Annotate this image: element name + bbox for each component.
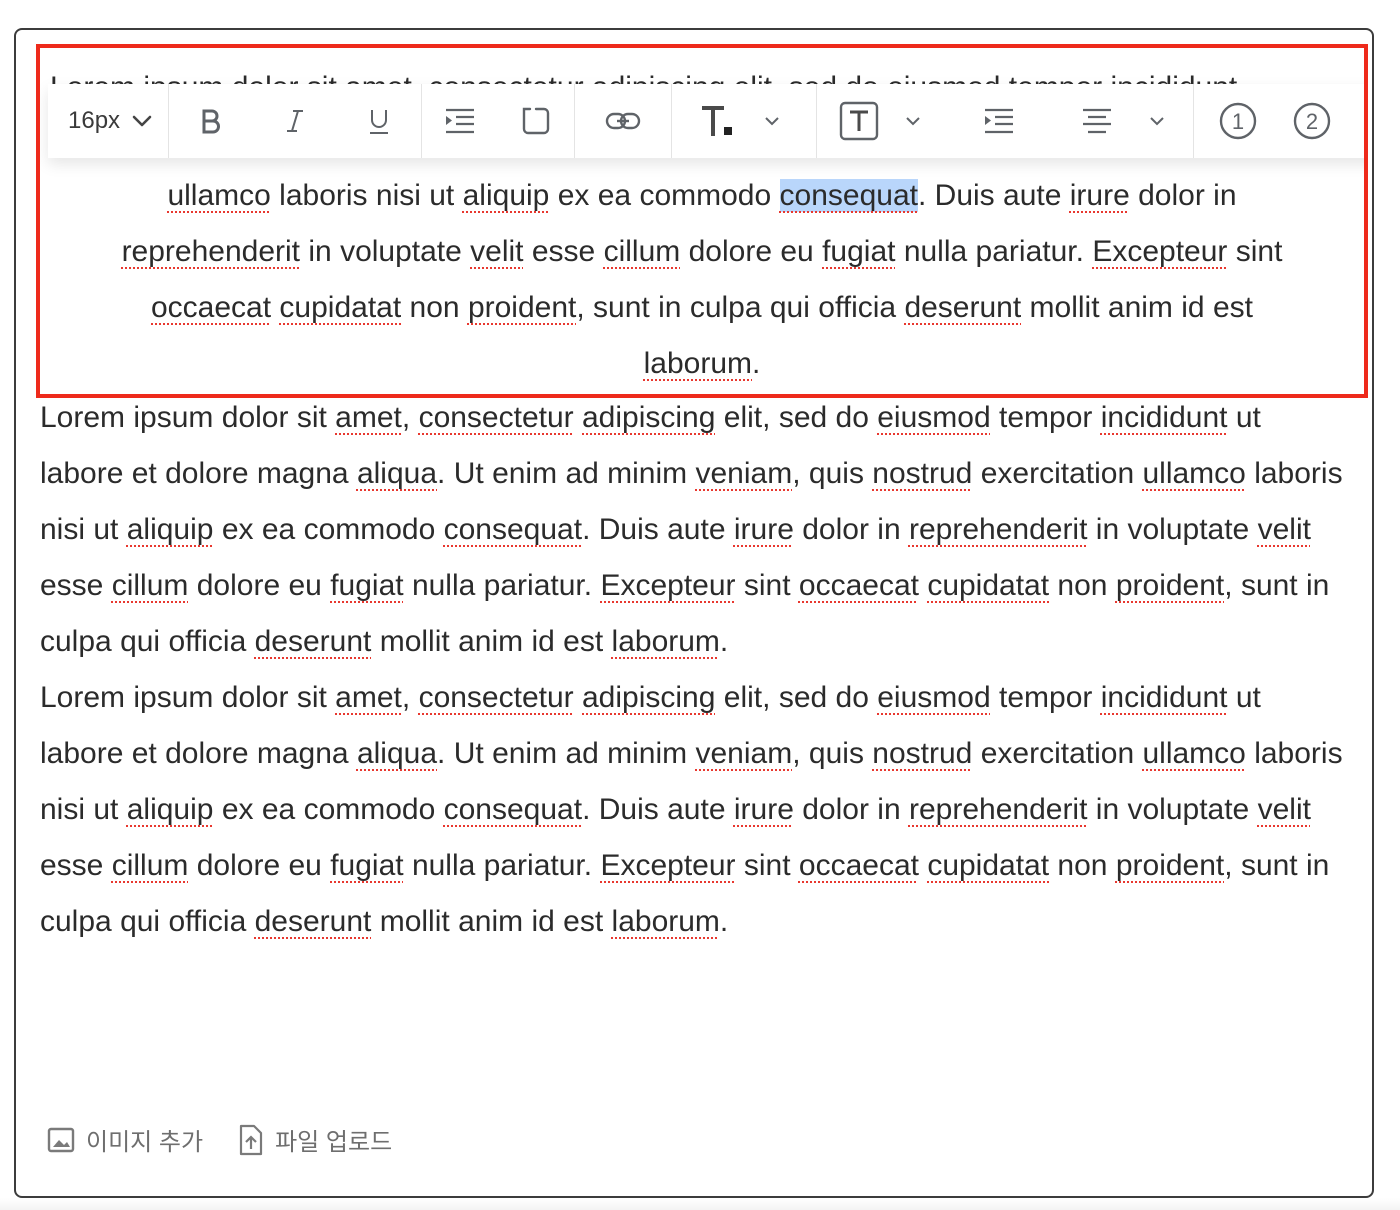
italic-icon (287, 110, 304, 132)
block-format-icon (522, 107, 550, 135)
circled-number-3-icon: 3 (1366, 101, 1368, 141)
font-size-value: 16px (68, 107, 121, 134)
upload-file-label: 파일 업로드 (275, 1129, 393, 1156)
indent-button[interactable] (422, 91, 498, 151)
underline-button[interactable] (337, 91, 421, 151)
circled-number-1-label: 1 (1232, 109, 1244, 134)
chevron-down-icon (906, 117, 920, 126)
highlighted-paragraph-block: Lorem ipsum dolor sit amet, consectetur … (36, 44, 1368, 398)
circled-number-2-label: 2 (1306, 109, 1318, 134)
centered-line: ullamco laboris nisi ut aliquip ex ea co… (167, 179, 1237, 212)
text-color-dropdown[interactable] (742, 91, 816, 151)
paragraph: Lorem ipsum dolor sit amet, consectetur … (40, 401, 1343, 658)
link-button[interactable] (575, 91, 671, 151)
indent-icon (985, 108, 1014, 134)
centered-line: reprehenderit in voluptate velit esse ci… (121, 235, 1283, 268)
font-size-dropdown[interactable]: 16px (48, 91, 168, 151)
italic-button[interactable] (253, 91, 337, 151)
selected-word[interactable]: consequat (779, 179, 918, 212)
upload-file-button[interactable]: 파일 업로드 (237, 1122, 392, 1157)
chevron-down-icon (132, 115, 152, 127)
align-center-icon (1083, 108, 1112, 134)
circled-number-1-icon: 1 (1219, 102, 1257, 140)
bold-button[interactable] (169, 91, 253, 151)
chevron-down-icon (1150, 117, 1164, 126)
chevron-down-icon (765, 117, 779, 126)
editor-footer: 이미지 추가 파일 업로드 (46, 1122, 392, 1157)
paragraph: Lorem ipsum dolor sit amet, consectetur … (40, 681, 1343, 938)
clear-format-button[interactable] (498, 91, 574, 151)
numbered-2-button[interactable]: 2 (1266, 91, 1340, 151)
circled-number-2-icon: 2 (1293, 102, 1331, 140)
align-center-button[interactable] (1047, 91, 1121, 151)
align-dropdown[interactable] (1117, 91, 1193, 151)
indent-icon (446, 108, 475, 134)
text-background-button[interactable] (817, 91, 887, 151)
numbered-1-button[interactable]: 1 (1194, 91, 1266, 151)
bold-icon (202, 109, 220, 134)
text-box-icon (839, 101, 879, 141)
add-image-button[interactable]: 이미지 추가 (46, 1122, 203, 1157)
underline-icon (370, 110, 389, 134)
clipped-heading-fragment: ··· (40, 0, 68, 6)
text-color-icon (702, 106, 733, 136)
outdent-button[interactable] (951, 91, 1047, 151)
editor-body[interactable]: Lorem ipsum dolor sit amet, consectetur … (40, 390, 1350, 950)
centered-paragraph[interactable]: ullamco laboris nisi ut aliquip ex ea co… (40, 168, 1364, 392)
file-upload-icon (239, 1124, 263, 1155)
text-color-button[interactable] (672, 91, 746, 151)
page-bottom-edge (0, 1198, 1400, 1210)
centered-line: occaecat cupidatat non proident, sunt in… (151, 291, 1253, 324)
add-image-label: 이미지 추가 (86, 1129, 204, 1156)
image-icon (47, 1127, 75, 1152)
text-background-dropdown[interactable] (883, 91, 951, 151)
floating-format-toolbar: 16px 1 2 (48, 84, 1368, 158)
numbered-3-button[interactable]: 3 (1340, 91, 1368, 151)
centered-line: laborum. (643, 347, 761, 380)
link-icon (605, 112, 641, 130)
